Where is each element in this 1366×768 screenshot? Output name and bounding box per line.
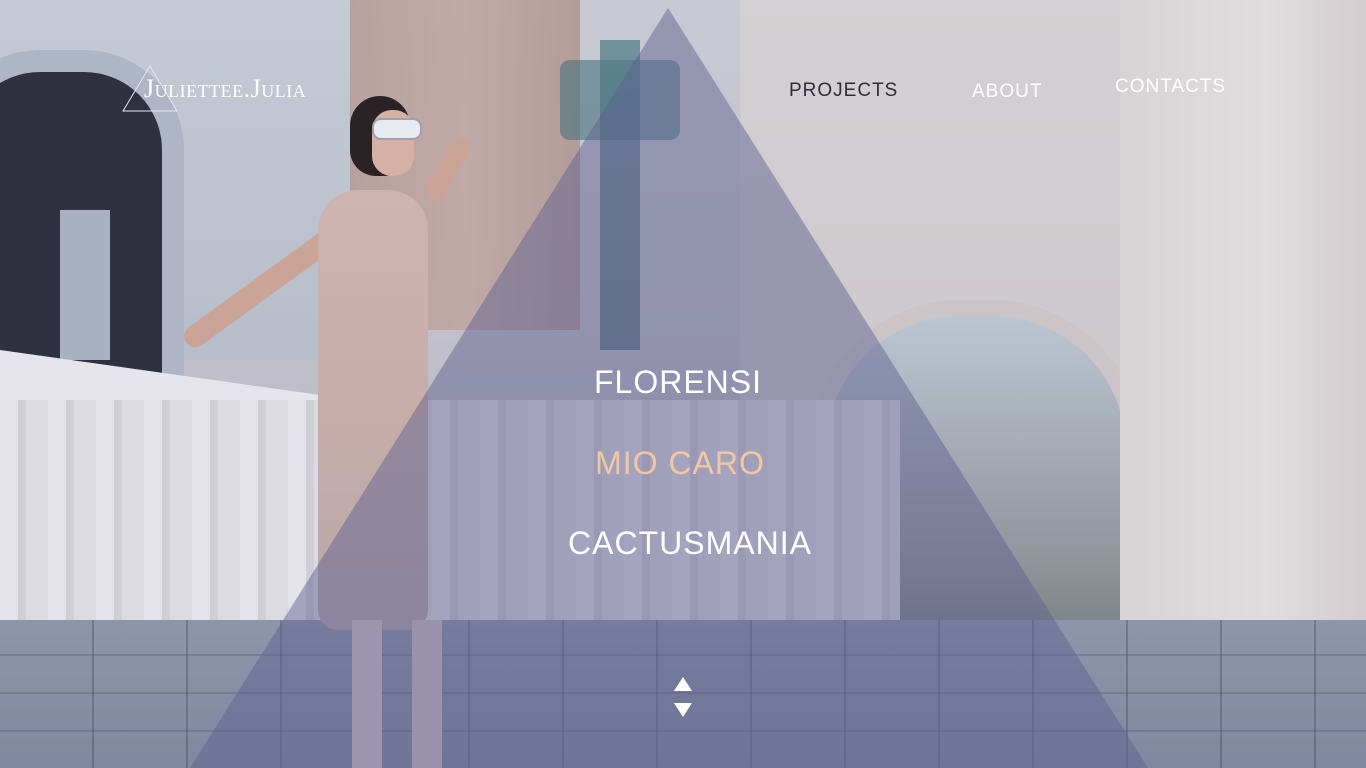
- model-dress: [318, 190, 428, 630]
- nav-projects-link[interactable]: PROJECTS: [789, 80, 898, 102]
- nav-contacts-link[interactable]: CONTACTS: [1115, 76, 1226, 98]
- main-nav: PROJECTS ABOUT CONTACTS: [0, 76, 1366, 106]
- project-florensi[interactable]: FLORENSI: [488, 364, 868, 401]
- bg-left-pillar: [60, 210, 110, 360]
- project-cactusmania[interactable]: CACTUSMANIA: [500, 525, 880, 562]
- triangle-up-icon[interactable]: [674, 677, 692, 691]
- page: Juliettee.Julia PROJECTS ABOUT CONTACTS …: [0, 0, 1366, 768]
- model-sunglasses: [372, 118, 422, 140]
- model-legs: [352, 620, 452, 768]
- nav-about-link[interactable]: ABOUT: [972, 81, 1042, 103]
- bg-floor-tiles: [0, 620, 1366, 768]
- project-mio-caro[interactable]: MIO CARO: [490, 445, 870, 482]
- triangle-down-icon[interactable]: [674, 703, 692, 717]
